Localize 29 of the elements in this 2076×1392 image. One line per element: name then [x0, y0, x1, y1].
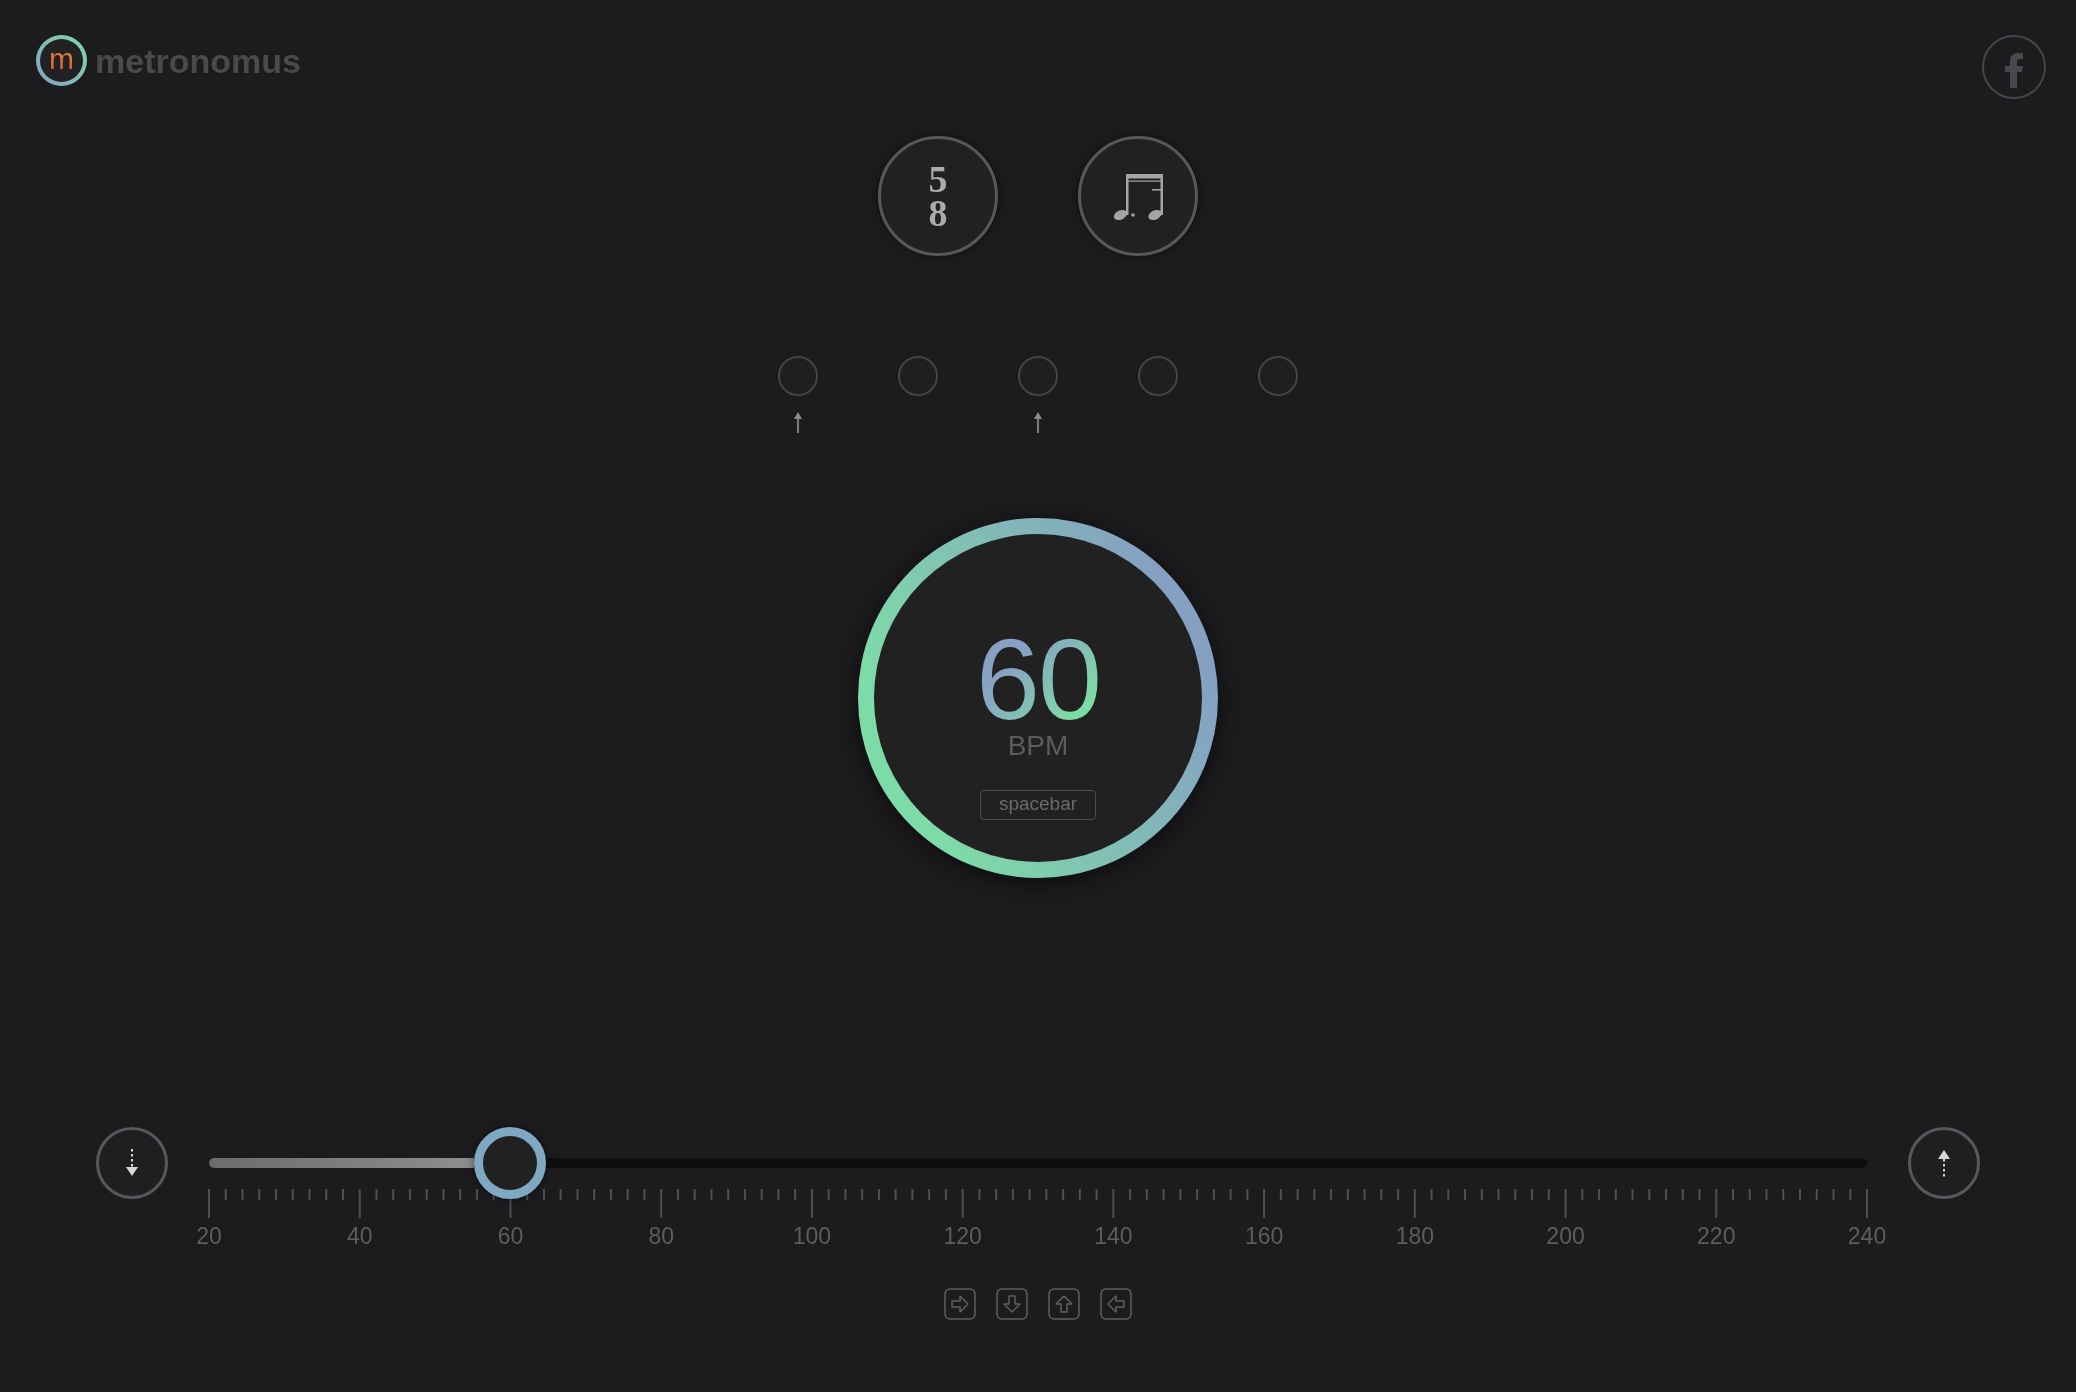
scale-label: 40 [346, 1223, 373, 1251]
beat-indicator[interactable] [1138, 356, 1178, 396]
facebook-icon [2004, 52, 2024, 88]
spacebar-key-hint: spacebar [979, 790, 1097, 820]
scale-label: 120 [943, 1223, 982, 1251]
beat-indicator[interactable] [1258, 356, 1298, 396]
up-arrow-key-icon [1048, 1287, 1080, 1320]
beamed-notes-icon [1111, 172, 1165, 220]
left-arrow-key-icon [1100, 1287, 1132, 1320]
down-arrow-key-icon [996, 1287, 1028, 1320]
slider-thumb[interactable] [474, 1127, 547, 1199]
up-arrow-icon [1937, 1149, 1951, 1177]
beat-indicator[interactable] [1018, 356, 1058, 396]
scale-label: 160 [1244, 1223, 1284, 1251]
right-arrow-key-icon [944, 1287, 976, 1320]
scale-label: 60 [497, 1223, 524, 1251]
scale-label: 200 [1546, 1223, 1585, 1251]
scale-label: 220 [1697, 1223, 1736, 1251]
scale-label: 80 [648, 1223, 674, 1251]
time-signature-button[interactable]: 5 8 [878, 136, 998, 256]
scale-label: 240 [1847, 1223, 1887, 1251]
beat-indicator[interactable] [898, 356, 938, 396]
scale-label: 100 [792, 1223, 832, 1251]
scale-label: 140 [1094, 1223, 1133, 1251]
facebook-button[interactable] [1982, 35, 2046, 99]
down-arrow-icon [125, 1149, 139, 1177]
scale-label: 20 [196, 1223, 222, 1251]
beat-indicator[interactable] [778, 356, 818, 396]
scale-label: 180 [1395, 1223, 1434, 1251]
